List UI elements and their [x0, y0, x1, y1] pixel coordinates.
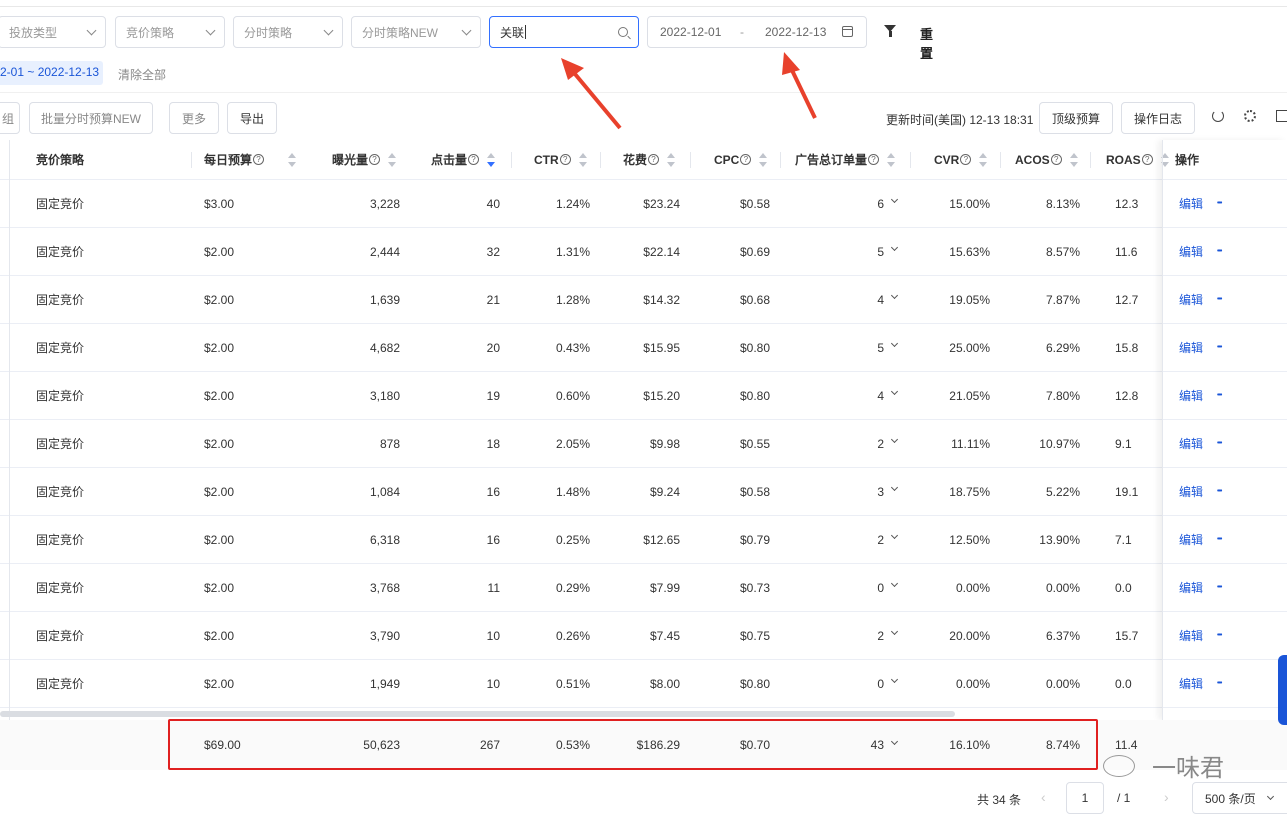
arrow-to-search [561, 58, 622, 130]
annotation-arrows [561, 52, 817, 130]
arrow-to-date [782, 52, 817, 119]
